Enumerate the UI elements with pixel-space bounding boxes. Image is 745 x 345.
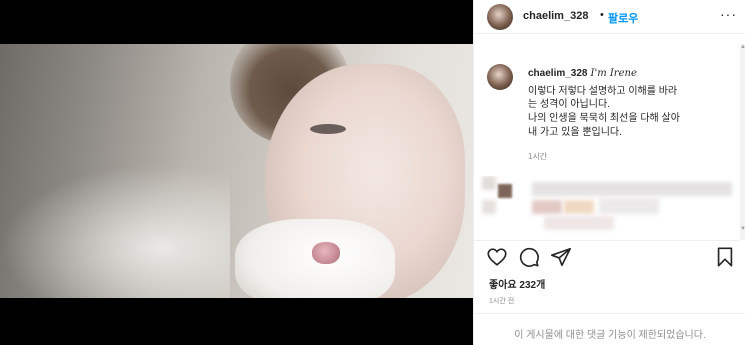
post-media[interactable] <box>0 0 473 345</box>
post-header: chaelim_328 • 팔로우 ··· <box>474 0 745 34</box>
share-icon[interactable] <box>550 246 572 268</box>
bookmark-icon[interactable] <box>714 246 736 268</box>
caption-tag: I'm Irene <box>590 68 637 79</box>
follow-button[interactable]: 팔로우 <box>608 10 638 26</box>
avatar[interactable] <box>487 4 513 30</box>
post-photo[interactable] <box>0 44 473 298</box>
header-username[interactable]: chaelim_328 <box>523 10 588 22</box>
likes-count[interactable]: 좋아요 232개 <box>489 276 545 291</box>
blur-avatar-top <box>482 176 496 190</box>
header-separator: • <box>600 9 604 21</box>
scrollbar[interactable]: ▲ ▼ <box>740 44 745 240</box>
caption-line-2: 는 성격이 아닙니다. <box>528 99 610 110</box>
divider <box>474 240 740 241</box>
post-side-panel: chaelim_328 • 팔로우 ··· chaelim_328 I'm Ire… <box>473 0 745 345</box>
caption-line-3: 나의 인생을 묵묵히 최선을 다해 살아 <box>528 113 680 124</box>
blur-text-1 <box>532 182 732 196</box>
photo-blur-area <box>0 164 230 298</box>
caption-avatar[interactable] <box>487 64 513 90</box>
more-options-icon[interactable]: ··· <box>720 6 737 22</box>
blur-avatar <box>498 184 512 198</box>
comment-icon[interactable] <box>518 246 540 268</box>
caption-time: 1시간 <box>528 152 548 161</box>
scroll-up-icon[interactable]: ▲ <box>740 44 745 50</box>
photo-lips <box>312 242 340 264</box>
comments-restricted-notice: 이 게시물에 대한 댓글 기능이 제한되었습니다. <box>514 330 706 341</box>
photo-eye <box>310 124 346 134</box>
blurred-comment <box>474 176 740 234</box>
caption-username-line: chaelim_328 I'm Irene <box>528 68 637 79</box>
post-timestamp[interactable]: 1시간 전 <box>489 296 514 306</box>
divider <box>474 313 745 314</box>
action-bar <box>486 246 736 270</box>
blur-text-5 <box>544 216 614 230</box>
caption-line-4: 내 가고 있을 뿐입니다. <box>528 127 622 138</box>
blur-avatar-bottom <box>482 200 496 214</box>
scroll-down-icon[interactable]: ▼ <box>740 226 745 232</box>
blur-text-4 <box>599 198 659 214</box>
blur-text-2 <box>532 200 562 214</box>
blur-text-3 <box>564 200 594 214</box>
heart-icon[interactable] <box>486 246 508 268</box>
caption-username[interactable]: chaelim_328 <box>528 68 588 79</box>
